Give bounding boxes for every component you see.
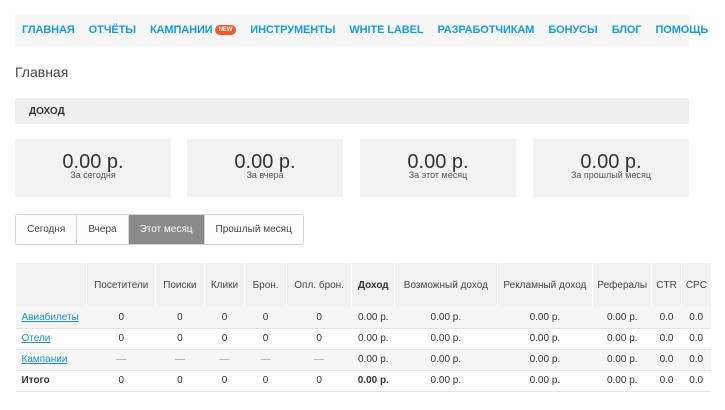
income-caption: За вчера	[246, 170, 284, 180]
table-row-hotels: Отели 0 0 0 0 0 0.00 р. 0.00 р. 0.00 р. …	[15, 328, 711, 350]
column-header-paid-bookings: Опл. брон.	[285, 263, 352, 307]
cell-searches: 0	[155, 370, 205, 392]
cell-ctr: 0.0	[651, 370, 682, 392]
income-card-today: 0.00 р. За сегодня	[15, 139, 171, 197]
row-name-cell: Авиабилеты	[15, 307, 87, 329]
income-caption: За прошлый месяц	[570, 170, 651, 180]
tab-yesterday[interactable]: Вчера	[77, 215, 129, 244]
nav-reports[interactable]: ОТЧЁТЫ	[89, 24, 136, 36]
nav-campaigns[interactable]: КАМПАНИИ NEW	[149, 24, 237, 36]
cell-ctr: 0.0	[651, 328, 682, 350]
nav-tools[interactable]: ИНСТРУМЕНТЫ	[250, 24, 335, 36]
cell-clicks: —	[204, 349, 245, 371]
period-selector: Сегодня Вчера Этот месяц Прошлый месяц	[15, 214, 304, 245]
income-caption: За сегодня	[70, 170, 116, 180]
cell-ad-income: 0.00 р.	[497, 328, 593, 350]
cell-possible-income: 0.00 р.	[394, 328, 498, 350]
cell-clicks: 0	[204, 307, 245, 329]
cell-ctr: 0.0	[651, 307, 682, 329]
cell-bookings: 0	[244, 328, 287, 350]
income-caption: За этот месяц	[408, 170, 468, 180]
column-header-searches: Поиски	[155, 263, 205, 307]
cell-paid-bookings: —	[286, 349, 352, 371]
table-header-row: Посетители Поиски Клики Брон. Опл. брон.…	[14, 263, 711, 307]
cell-clicks: 0	[204, 328, 245, 350]
cell-ad-income: 0.00 р.	[497, 370, 593, 392]
cell-bookings: —	[244, 349, 287, 371]
income-cards: 0.00 р. За сегодня 0.00 р. За вчера 0.00…	[15, 139, 689, 197]
cell-ctr: 0.0	[651, 349, 682, 371]
column-header-clicks: Клики	[203, 263, 245, 307]
nav-campaigns-label: КАМПАНИИ	[149, 24, 213, 36]
cell-possible-income: 0.00 р.	[394, 349, 498, 371]
cell-possible-income: 0.00 р.	[394, 370, 498, 392]
row-name-cell: Отели	[15, 328, 87, 350]
cell-cpc: 0.0	[681, 307, 711, 329]
column-header-referrals: Рефералы	[592, 263, 652, 307]
top-navigation: ГЛАВНАЯ ОТЧЁТЫ КАМПАНИИ NEW ИНСТРУМЕНТЫ W…	[15, 14, 708, 46]
row-link-campaigns[interactable]: Кампании	[22, 354, 68, 365]
cell-income: 0.00 р.	[351, 307, 395, 329]
cell-paid-bookings: 0	[286, 370, 352, 392]
column-header-ctr: CTR	[651, 263, 682, 307]
table-row-total: Итого 0 0 0 0 0 0.00 р. 0.00 р. 0.00 р. …	[15, 370, 711, 392]
column-header-visitors: Посетители	[86, 263, 156, 307]
table-row-campaigns: Кампании — — — — — 0.00 р. 0.00 р. 0.00 …	[15, 349, 711, 371]
nav-home[interactable]: ГЛАВНАЯ	[22, 24, 75, 36]
row-name-cell: Кампании	[15, 349, 87, 371]
column-header-bookings: Брон.	[244, 263, 287, 307]
new-badge: NEW	[214, 25, 237, 35]
cell-cpc: 0.0	[681, 370, 711, 392]
column-header-name	[14, 263, 87, 307]
nav-help[interactable]: ПОМОЩЬ	[655, 24, 708, 36]
cell-paid-bookings: 0	[286, 307, 352, 329]
cell-possible-income: 0.00 р.	[394, 307, 498, 329]
income-section-header: ДОХОД	[15, 98, 689, 124]
cell-visitors: —	[86, 349, 156, 371]
cell-referrals: 0.00 р.	[592, 307, 652, 329]
cell-ad-income: 0.00 р.	[497, 307, 593, 329]
income-card-this-month: 0.00 р. За этот месяц	[360, 139, 516, 197]
cell-searches: 0	[155, 307, 205, 329]
column-header-cpc: CPC	[680, 263, 711, 307]
nav-developers[interactable]: РАЗРАБОТЧИКАМ	[437, 24, 534, 36]
cell-income: 0.00 р.	[351, 370, 395, 392]
tab-last-month[interactable]: Прошлый месяц	[204, 215, 303, 244]
cell-cpc: 0.0	[681, 328, 711, 350]
cell-visitors: 0	[86, 307, 156, 329]
cell-referrals: 0.00 р.	[592, 349, 652, 371]
column-header-ad-income: Рекламный доход	[496, 263, 593, 307]
cell-visitors: 0	[86, 328, 156, 350]
cell-searches: —	[155, 349, 205, 371]
cell-bookings: 0	[244, 307, 287, 329]
income-card-yesterday: 0.00 р. За вчера	[187, 139, 343, 197]
cell-income: 0.00 р.	[351, 349, 395, 371]
column-header-income: Доход	[351, 263, 395, 307]
page-title: Главная	[15, 64, 69, 80]
column-header-possible-income: Возможный доход	[394, 263, 498, 307]
cell-cpc: 0.0	[681, 349, 711, 371]
nav-blog[interactable]: БЛОГ	[612, 24, 642, 36]
cell-ad-income: 0.00 р.	[497, 349, 593, 371]
row-link-hotels[interactable]: Отели	[22, 333, 51, 344]
stats-table: Посетители Поиски Клики Брон. Опл. брон.…	[14, 263, 711, 392]
cell-bookings: 0	[244, 370, 287, 392]
cell-visitors: 0	[86, 370, 156, 392]
cell-clicks: 0	[204, 370, 245, 392]
cell-referrals: 0.00 р.	[592, 370, 652, 392]
cell-paid-bookings: 0	[286, 328, 352, 350]
tab-today[interactable]: Сегодня	[16, 215, 78, 244]
cell-searches: 0	[155, 328, 205, 350]
row-link-flights[interactable]: Авиабилеты	[22, 312, 79, 323]
income-card-last-month: 0.00 р. За прошлый месяц	[533, 139, 689, 197]
cell-referrals: 0.00 р.	[592, 328, 652, 350]
nav-bonuses[interactable]: БОНУСЫ	[548, 24, 597, 36]
row-name-total: Итого	[15, 370, 87, 392]
cell-income: 0.00 р.	[351, 328, 395, 350]
table-row-flights: Авиабилеты 0 0 0 0 0 0.00 р. 0.00 р. 0.0…	[15, 307, 711, 329]
nav-white-label[interactable]: WHITE LABEL	[349, 24, 423, 36]
tab-this-month[interactable]: Этот месяц	[128, 215, 205, 244]
